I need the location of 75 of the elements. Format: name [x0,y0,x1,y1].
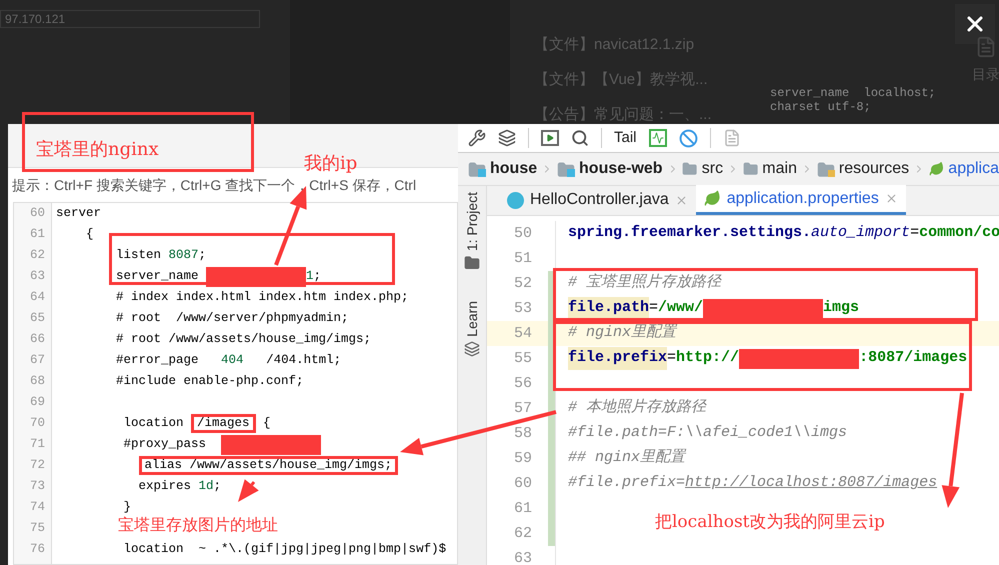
code-line: #error_page 404 /404.html; [116,352,342,369]
module-folder-icon [557,161,576,177]
folder-icon [464,255,480,272]
line-number: 71 [28,436,46,453]
code-line: # 本地照片存放路径 [568,398,706,418]
code-line: file.path=/www/ imgs [568,297,860,320]
resources-folder-icon [816,161,835,177]
code-line: file.prefix=http:// :8087/images [568,347,968,370]
side-tab[interactable]: 1: Project [462,192,482,252]
close-button[interactable] [955,4,995,44]
code-line: # 宝塔里照片存放路径 [568,272,722,294]
line-number: 54 [513,324,534,344]
annotation-label: 我的ip [304,152,358,176]
code-line: ## nginx里配置 [568,448,686,468]
annotation-label: 宝塔里存放图片的地址 [118,514,278,536]
annotation-arrow [238,479,259,502]
code-line: { [86,226,94,243]
code-line: #proxy_pass [124,434,322,455]
code-line: #file.path=F:\\afei_code1\\imgs [568,423,848,444]
code-line: # root /www/assets/house_img/imgs; [116,331,372,348]
code-line: spring.freemarker.settings.auto_import=common/co [568,223,999,244]
code-line: server [56,205,102,222]
search-icon[interactable] [571,129,589,147]
line-number: 69 [28,394,46,411]
breadcrumb-item[interactable]: house [490,157,538,181]
line-number: 60 [28,205,46,222]
line-number: 63 [28,268,46,285]
wrench-icon[interactable] [468,129,486,147]
class-icon [507,192,524,208]
leaf-icon [929,160,944,178]
line-number: 66 [28,331,46,348]
line-number: 67 [28,352,46,369]
breadcrumb-item[interactable]: resources [838,157,910,181]
annotation-label: 把localhost改为我的阿里云ip [655,511,885,534]
layers-icon [464,340,480,357]
leaf-icon [704,190,721,207]
ban-icon[interactable] [678,128,698,148]
code-line: location ~ .*\.(gif|jpg|jpeg|png|bmp|swf)$ [124,541,446,558]
tail-button[interactable]: Tail [614,126,637,150]
editor-tab[interactable]: HelloController.java [499,185,696,215]
line-number: 72 [28,457,46,474]
code-line: listen 8087; [116,247,206,264]
code-line: server_name 1; [116,266,322,287]
line-number: 73 [28,478,46,495]
line-number: 62 [28,247,46,264]
breadcrumb-item[interactable]: applica [948,157,999,181]
document-icon [975,36,997,58]
breadcrumb-item[interactable]: src [702,157,724,181]
line-number: 76 [28,541,46,558]
line-number: 74 [28,499,46,516]
code-line: #include enable-php.conf; [116,373,304,390]
address-field: 97.170.121 [0,10,260,28]
code-line: } [124,499,132,516]
line-number: 61 [28,226,46,243]
code-line: charset utf-8; [770,100,872,114]
run-window-icon[interactable] [541,130,559,146]
code-line: #file.prefix=http://localhost:8087/images [568,473,938,494]
module-folder-icon [468,161,486,177]
line-number: 75 [28,520,46,537]
activity-icon[interactable] [648,129,667,147]
annotation-label: 宝塔里的nginx [36,138,159,162]
side-tab[interactable]: Learn [462,301,482,337]
line-number: 64 [28,289,46,306]
code-line: expires 1d; [138,478,222,495]
code-line: # index index.html index.htm index.php; [116,289,409,306]
line-number: 70 [28,415,46,432]
line-number: 65 [28,310,46,327]
editor-tab[interactable]: application.properties [696,185,906,215]
breadcrumb-item[interactable]: house-web [579,157,663,181]
breadcrumb-item[interactable]: main [762,157,797,181]
code-line: # root /www/server/phpmyadmin; [116,310,349,327]
code-line: server_name localhost; [770,86,937,100]
code-line: # nginx里配置 [568,323,676,344]
line-number: 68 [28,373,46,390]
code-line: location /images { [124,413,271,434]
